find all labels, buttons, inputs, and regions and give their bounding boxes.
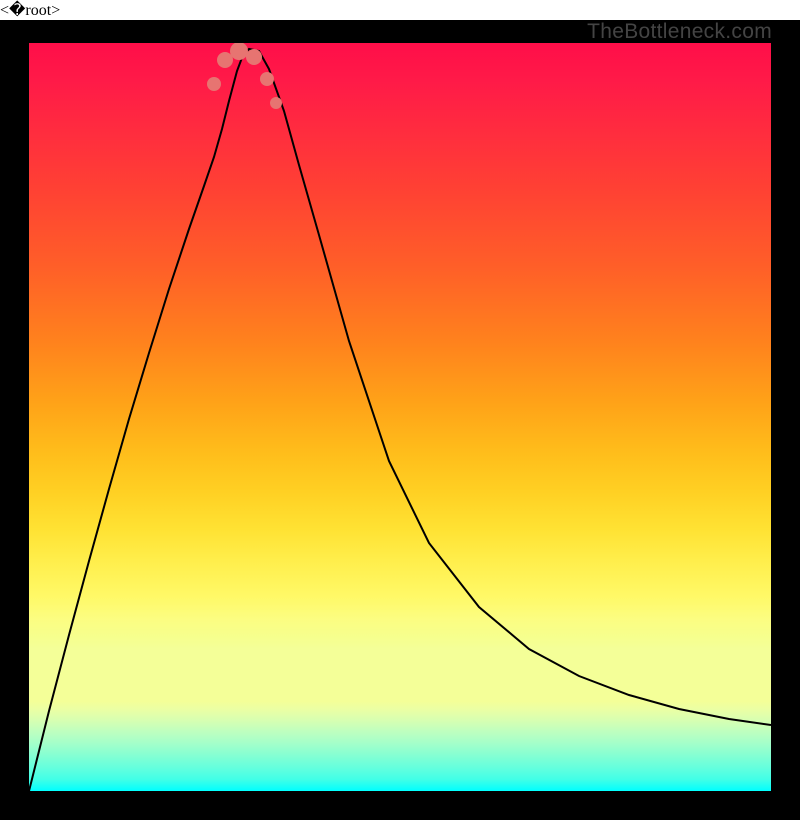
curve-marker [230,43,248,60]
curve-marker [270,97,282,109]
plot-area [29,43,771,791]
curve-marker [246,49,262,65]
curve-marker [260,72,274,86]
curve-markers [29,43,771,791]
chart-container: TheBottleneck.com [0,20,800,820]
curve-marker [207,77,221,91]
watermark-text: TheBottleneck.com [587,20,772,44]
curve-marker [217,52,233,68]
